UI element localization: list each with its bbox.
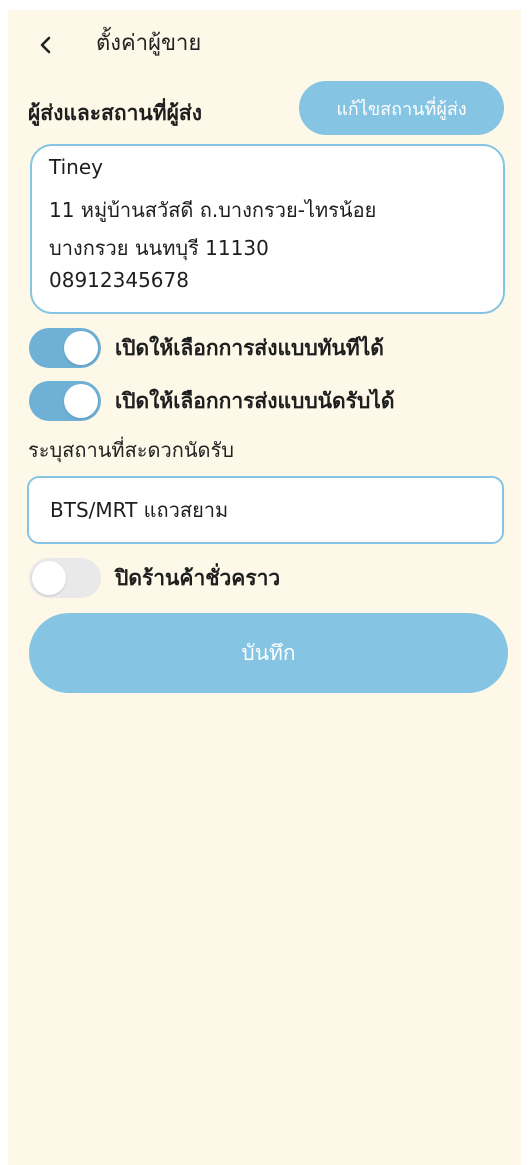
header: ตั้งค่าผู้ขาย xyxy=(8,10,521,80)
pickup-delivery-toggle[interactable] xyxy=(29,381,101,421)
chevron-left-icon xyxy=(40,36,51,54)
back-button[interactable] xyxy=(30,30,60,60)
temp-close-toggle[interactable] xyxy=(29,558,101,598)
toggle-knob xyxy=(32,561,66,595)
sender-address-district: บางกรวย นนทบุรี 11130 xyxy=(49,236,269,260)
pickup-location-input[interactable] xyxy=(27,476,504,544)
toggle-knob xyxy=(64,384,98,418)
page-title: ตั้งค่าผู้ขาย xyxy=(96,31,202,56)
sender-address-box: Tiney 11 หมู่บ้านสวัสดี ถ.บางกรวย-ไทรน้อ… xyxy=(30,144,505,314)
sender-address-line: 11 หมู่บ้านสวัสดี ถ.บางกรวย-ไทรน้อย xyxy=(49,198,377,222)
pickup-location-label: ระบุสถานที่สะดวกนัดรับ xyxy=(28,438,234,462)
temp-close-row: ปิดร้านค้าชั่วคราว xyxy=(29,558,509,600)
pickup-delivery-row: เปิดให้เลือกการส่งแบบนัดรับได้ xyxy=(29,381,509,423)
edit-sender-location-button[interactable]: แก้ไขสถานที่ผู้ส่ง xyxy=(299,81,504,135)
sender-name: Tiney xyxy=(49,155,103,179)
save-button[interactable]: บันทึก xyxy=(29,613,508,693)
toggle-knob xyxy=(64,331,98,365)
seller-settings-screen: ตั้งค่าผู้ขาย ผู้ส่งและสถานที่ผู้ส่ง แก้… xyxy=(8,10,521,1165)
instant-delivery-row: เปิดให้เลือกการส่งแบบทันทีได้ xyxy=(29,328,509,370)
sender-section-title: ผู้ส่งและสถานที่ผู้ส่ง xyxy=(28,101,202,125)
instant-delivery-label: เปิดให้เลือกการส่งแบบทันทีได้ xyxy=(115,336,384,360)
sender-phone: 08912345678 xyxy=(49,268,189,292)
pickup-delivery-label: เปิดให้เลือกการส่งแบบนัดรับได้ xyxy=(115,389,395,413)
instant-delivery-toggle[interactable] xyxy=(29,328,101,368)
temp-close-label: ปิดร้านค้าชั่วคราว xyxy=(115,566,281,590)
